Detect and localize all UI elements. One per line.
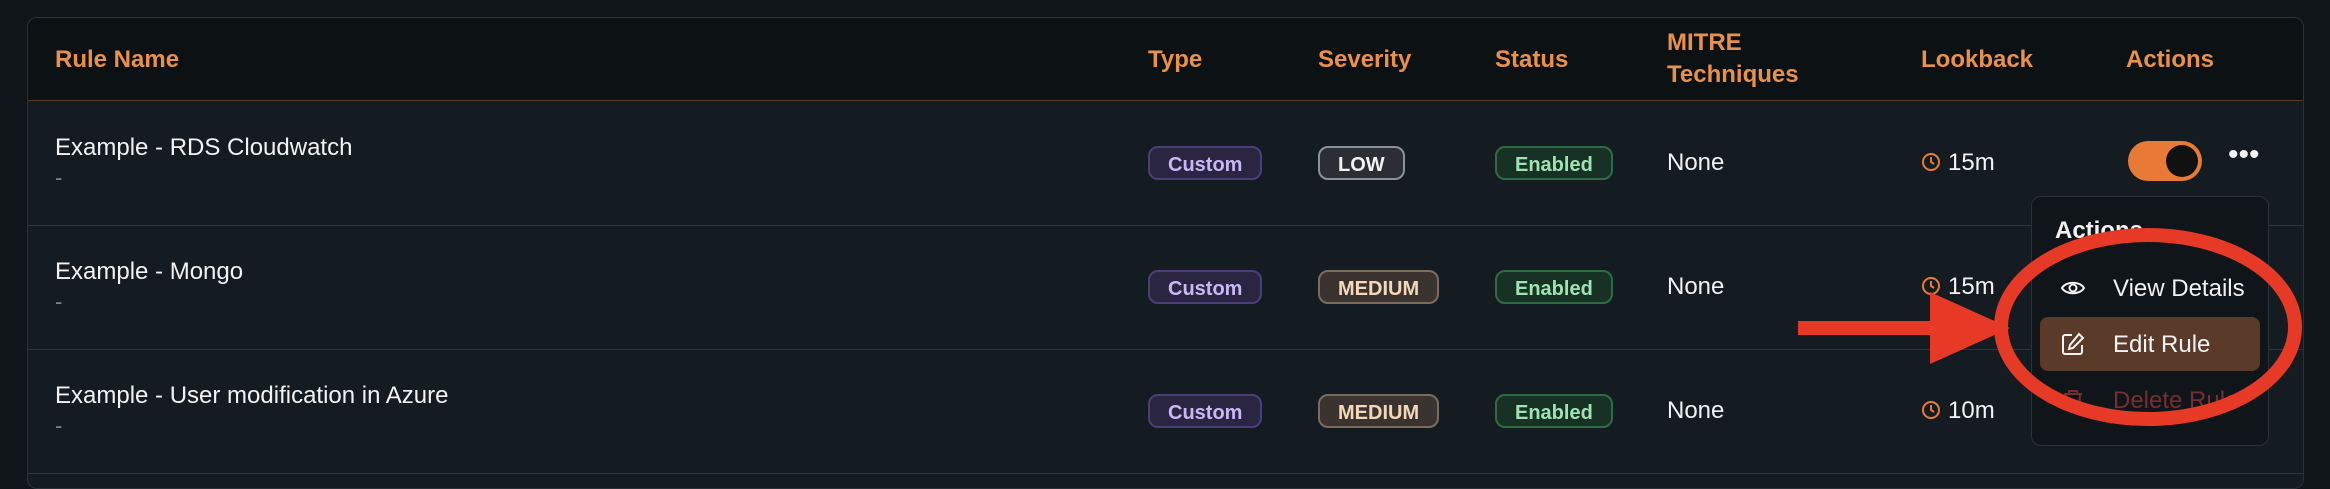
edit-rule-label: Edit Rule xyxy=(2113,331,2211,358)
header-severity: Severity xyxy=(1318,46,1412,73)
lookback-value: 15m xyxy=(1948,273,1995,300)
status-badge: Enabled xyxy=(1495,394,1613,428)
clock-icon xyxy=(1922,401,1940,419)
header-mitre-line1: MITRE xyxy=(1667,29,1742,56)
actions-menu-title: Actions xyxy=(2055,217,2144,244)
lookback-value: 10m xyxy=(1948,397,1995,424)
clock-icon xyxy=(1922,277,1940,295)
rule-name[interactable]: Example - Mongo xyxy=(55,258,243,286)
type-badge: Custom xyxy=(1148,394,1263,428)
header-rule-name: Rule Name xyxy=(55,46,180,73)
mitre-techniques: None xyxy=(1667,149,1725,176)
severity-badge: LOW xyxy=(1318,146,1405,180)
view-details-menu-item[interactable]: View Details xyxy=(2040,261,2260,315)
delete-rule-menu-item[interactable]: Delete Rule xyxy=(2040,373,2260,427)
actions-menu: Actions View Details Edit Rule Delete Ru… xyxy=(2031,196,2269,446)
header-lookback: Lookback xyxy=(1921,46,2034,73)
status-badge: Enabled xyxy=(1495,270,1613,304)
rule-description: - xyxy=(55,165,63,190)
header-type: Type xyxy=(1148,46,1203,73)
header-status: Status xyxy=(1495,46,1569,73)
status-badge: Enabled xyxy=(1495,146,1613,180)
view-details-label: View Details xyxy=(2113,275,2245,302)
lookback-value: 15m xyxy=(1948,149,1995,176)
rule-name[interactable]: Example - User modification in Azure xyxy=(55,382,449,410)
mitre-techniques: None xyxy=(1667,397,1725,424)
rule-description: - xyxy=(55,413,63,438)
header-mitre: MITRE Techniques xyxy=(1667,27,1799,91)
severity-badge: MEDIUM xyxy=(1318,270,1440,304)
header-actions: Actions xyxy=(2126,46,2215,73)
edit-rule-menu-item[interactable]: Edit Rule xyxy=(2040,317,2260,371)
eye-icon xyxy=(2060,281,2086,295)
table-row[interactable]: Example - RDS Cloudwatch - Custom LOW En… xyxy=(28,101,2303,226)
severity-badge: MEDIUM xyxy=(1318,394,1440,428)
header-mitre-line2: Techniques xyxy=(1667,61,1799,88)
mitre-techniques: None xyxy=(1667,273,1725,300)
enable-toggle[interactable] xyxy=(2128,141,2202,181)
table-header: Rule Name Type Severity Status MITRE Tec… xyxy=(28,18,2303,101)
type-badge: Custom xyxy=(1148,146,1263,180)
trash-icon xyxy=(2064,390,2082,411)
table-row[interactable]: Example - User modification in Azure - C… xyxy=(28,349,2303,474)
delete-rule-label: Delete Rule xyxy=(2113,387,2239,414)
clock-icon xyxy=(1922,153,1940,171)
edit-icon xyxy=(2062,332,2085,355)
rules-table-panel: Rule Name Type Severity Status MITRE Tec… xyxy=(27,17,2304,489)
type-badge: Custom xyxy=(1148,270,1263,304)
toggle-knob xyxy=(2166,145,2198,177)
table-row[interactable]: Example - Mongo - Custom MEDIUM Enabled … xyxy=(28,225,2303,350)
more-horizontal-icon[interactable]: ••• xyxy=(2228,140,2260,177)
rule-description: - xyxy=(55,289,63,314)
rule-name[interactable]: Example - RDS Cloudwatch xyxy=(55,134,352,162)
